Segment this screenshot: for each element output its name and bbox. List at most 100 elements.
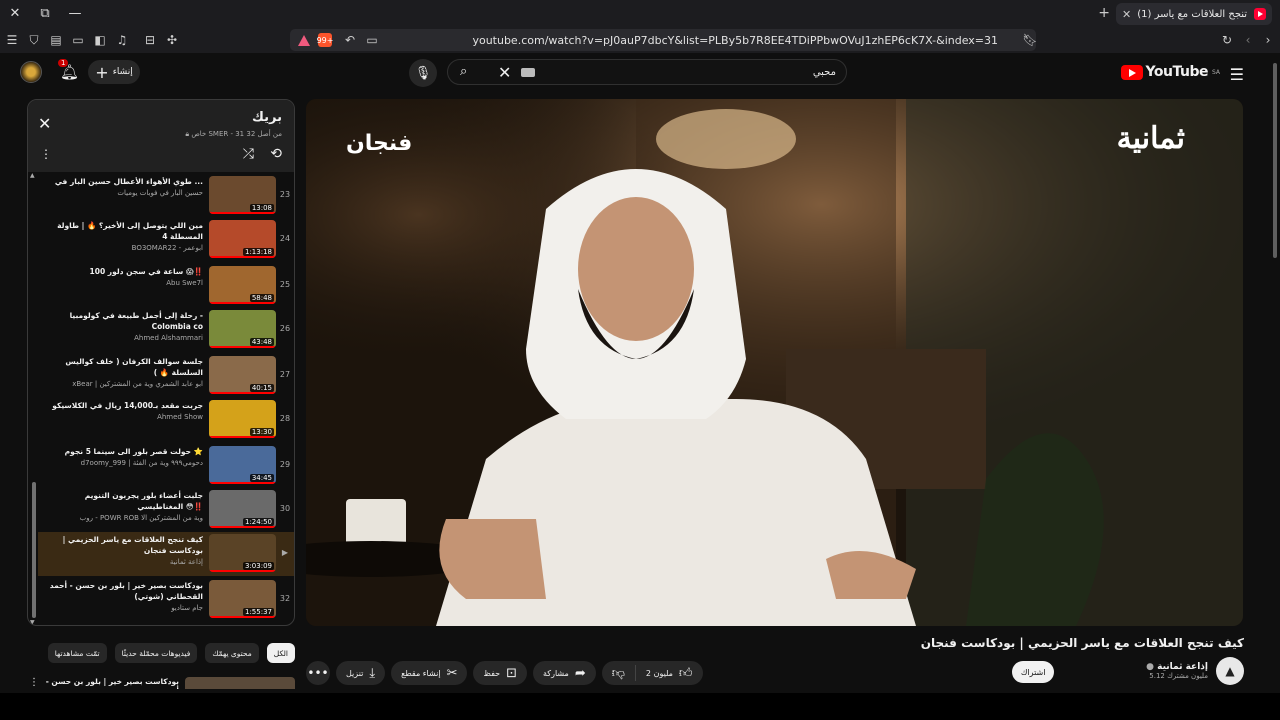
duration-badge: 1:24:50 [243, 518, 274, 526]
dislike-button[interactable]: 👎︎ [602, 661, 635, 685]
video-actions: ••• تنزيل ⤓ إنشاء مقطع ✂ حفظ ⊡ مشاركة ➦ … [306, 661, 703, 685]
video-frame [306, 99, 1243, 626]
playlist-index: 25 [279, 280, 291, 289]
page-scroll-thumb[interactable] [1273, 63, 1277, 258]
maximize-window-icon[interactable]: ⧉ [30, 0, 60, 27]
playlist-item-title: 100 ساعة في سجن دلور 😱‼️ [89, 267, 203, 276]
scissors-icon: ✂ [446, 665, 458, 681]
keyboard-icon[interactable] [521, 67, 536, 77]
clip-button[interactable]: إنشاء مقطع ✂ [391, 661, 468, 685]
scroll-down-icon[interactable]: ▼ [30, 619, 35, 625]
playlist-item-title: بودكاست بصير خير | بلور بن حسن - أحمد ال… [49, 581, 203, 601]
playlist-item[interactable]: 30 1:24:50 جلبت أعضاء بلور يجربون التنويم … [38, 488, 294, 532]
share-button[interactable]: مشاركة ➦ [532, 661, 596, 685]
playlist-item[interactable]: 29 34:45 حولت قصر بلور الى سينما 5 نجوم ⭐ d… [38, 444, 294, 488]
playlist-title[interactable]: بريك [252, 110, 282, 125]
channel-name[interactable]: ● إذاعة ثمانية [1146, 662, 1208, 672]
reader-icon[interactable]: ▤ [46, 30, 66, 50]
more-actions-button[interactable]: ••• [306, 661, 330, 685]
brave-shields-icon[interactable]: 99+ [317, 33, 333, 47]
subscribe-button[interactable]: اشتراك [1012, 661, 1055, 683]
close-window-icon[interactable]: ✕ [0, 0, 30, 27]
music-icon[interactable]: ♫ [112, 30, 132, 50]
voice-search-icon[interactable]: 🎙︎ [409, 59, 437, 87]
notifications-button[interactable]: 🔔︎ 1 [58, 59, 79, 81]
sidebar-toggle-icon[interactable]: ◧ [90, 30, 110, 50]
account-avatar[interactable] [20, 61, 42, 83]
address-bar[interactable]: 99+ ↶ ▭ youtube.com/watch?v=pJ0auP7dbcY&… [290, 29, 1036, 51]
chip-for-you[interactable]: محتوى يهمّك [205, 643, 259, 663]
wallet-icon[interactable]: ▭ [68, 30, 88, 50]
reload-icon[interactable]: ↻ [1217, 30, 1237, 50]
browser-tab[interactable]: ✕ (1) كيف تنجح العلاقات مع ياسر... [1116, 3, 1272, 25]
shield-icon[interactable]: ⛉ [24, 30, 44, 50]
hamburger-menu-icon[interactable]: ☰ [1230, 65, 1244, 84]
sidebar-menu-icon[interactable]: ☰ [2, 30, 22, 50]
like-button[interactable]: 2 مليون 👍︎ [636, 661, 703, 685]
search-icon[interactable]: ⌕ [460, 64, 467, 79]
create-label: إنشاء [112, 67, 133, 77]
save-icon: ⊡ [506, 665, 517, 681]
chip-all[interactable]: الكل [266, 643, 295, 663]
now-playing-icon: ▶ [281, 548, 289, 557]
extensions-icon[interactable]: ✣ [162, 30, 182, 50]
page-scrollbar[interactable] [1270, 53, 1280, 693]
chip-recent[interactable]: فيديوهات محمّلة حديثًا [114, 643, 198, 663]
thumbs-up-icon: 👍︎ [678, 665, 693, 681]
chip-watched[interactable]: تمّت مشاهدتها [47, 643, 107, 663]
youtube-play-icon [1120, 64, 1143, 80]
fnjan-watermark: فنجان [346, 131, 413, 156]
close-tab-icon[interactable]: ✕ [1122, 8, 1131, 21]
playlist-index: 24 [279, 234, 291, 243]
duration-badge: 13:08 [249, 204, 274, 212]
playlist-item[interactable]: 27 40:15 جلسة سوالف الكرفان ( خلف كواليس ا… [38, 354, 294, 398]
playlist-item[interactable]: 26 43:48 رحلة إلى أجمل طبيعة في كولومبيا -… [38, 308, 294, 352]
shuffle-icon[interactable]: ⤮ [243, 146, 254, 162]
loop-icon[interactable]: ⟲ [270, 146, 282, 162]
playlist-scrollbar[interactable]: ▲ ▼ [30, 172, 38, 625]
search-box[interactable]: ⌕ ✕ محبي [447, 59, 847, 85]
bookmark-icon[interactable]: 🔖︎ [1020, 30, 1040, 50]
playlist-item[interactable]: 32 1:55:37 بودكاست بصير خير | بلور بن حسن … [38, 578, 294, 622]
playlist-item[interactable]: 24 1:13:18 مين اللي يتوصل إلى الأخير؟ 🔥 | … [38, 218, 294, 262]
rewards-icon[interactable] [298, 34, 310, 46]
new-tab-button[interactable]: + [1098, 5, 1110, 21]
browser-toolbar: ☰ ⛉ ▤ ▭ ◧ ♫ ⊟ ✣ 99+ ↶ ▭ youtube.com/watc… [0, 27, 1280, 53]
filter-chips: الكل محتوى يهمّك فيديوهات محمّلة حديثًا … [47, 643, 295, 663]
forward-icon[interactable]: ‹ [1238, 30, 1258, 50]
scroll-up-icon[interactable]: ▲ [30, 172, 35, 179]
playlist-item[interactable]: 28 13:30 جربت مقعد بـ14,000 ريال في الكلاس… [38, 398, 294, 442]
playlist-item-title: طوي الأهواء الأعطال حسين البار في ... [54, 177, 203, 186]
thumbs-down-icon: 👎︎ [611, 665, 625, 681]
download-button[interactable]: تنزيل ⤓ [336, 661, 386, 685]
playlist-thumbnail: 1:13:18 [209, 220, 276, 258]
minimize-window-icon[interactable]: — [60, 0, 90, 27]
verified-icon: ● [1146, 662, 1155, 672]
playlist-item[interactable]: ▶ 3:03:09 كيف تنجح العلاقات مع ياسر الحزيم… [38, 532, 294, 576]
channel-avatar[interactable]: ▲ [1216, 657, 1244, 685]
playlist-item-channel: xBear | ابو عابد الشمري وية من المشتركين [72, 380, 203, 388]
youtube-logo[interactable]: YouTube SA [1120, 64, 1220, 80]
close-playlist-icon[interactable]: ✕ [38, 114, 51, 133]
duration-badge: 34:45 [249, 474, 274, 482]
cast-icon[interactable]: ▭ [362, 30, 382, 50]
recommended-menu-icon[interactable]: ⋮ [29, 677, 39, 688]
playlist-item-title: جربت مقعد بـ14,000 ريال في الكلاسيكو [52, 401, 203, 410]
playlist-menu-icon[interactable]: ⋮ [40, 147, 52, 161]
playlist-item-title: رحلة إلى أجمل طبيعة في كولومبيا - Colomb… [69, 311, 203, 331]
lock-icon: 🔒︎ [185, 130, 190, 138]
playlist-thumbnail: 1:55:37 [209, 580, 276, 618]
back-icon[interactable]: › [1258, 30, 1278, 50]
history-icon[interactable]: ↶ [340, 30, 360, 50]
recommended-item[interactable]: بودكاست بصير خير | بلور بن حسن - أحمد [27, 677, 295, 689]
video-player[interactable]: ثمانية فنجان [306, 99, 1243, 626]
playlist-item[interactable]: 23 13:08 طوي الأهواء الأعطال حسين البار في… [38, 174, 294, 218]
playlist-thumbnail: 34:45 [209, 446, 276, 484]
create-button[interactable]: + إنشاء [88, 60, 140, 84]
search-input[interactable]: محبي [535, 67, 836, 78]
clear-search-icon[interactable]: ✕ [498, 63, 511, 82]
scroll-thumb[interactable] [32, 482, 36, 618]
tab-manager-icon[interactable]: ⊟ [140, 30, 160, 50]
save-button[interactable]: حفظ ⊡ [473, 661, 527, 685]
playlist-item[interactable]: 25 58:48 100 ساعة في سجن دلور 😱‼️ Abu Swe7l [38, 264, 294, 308]
